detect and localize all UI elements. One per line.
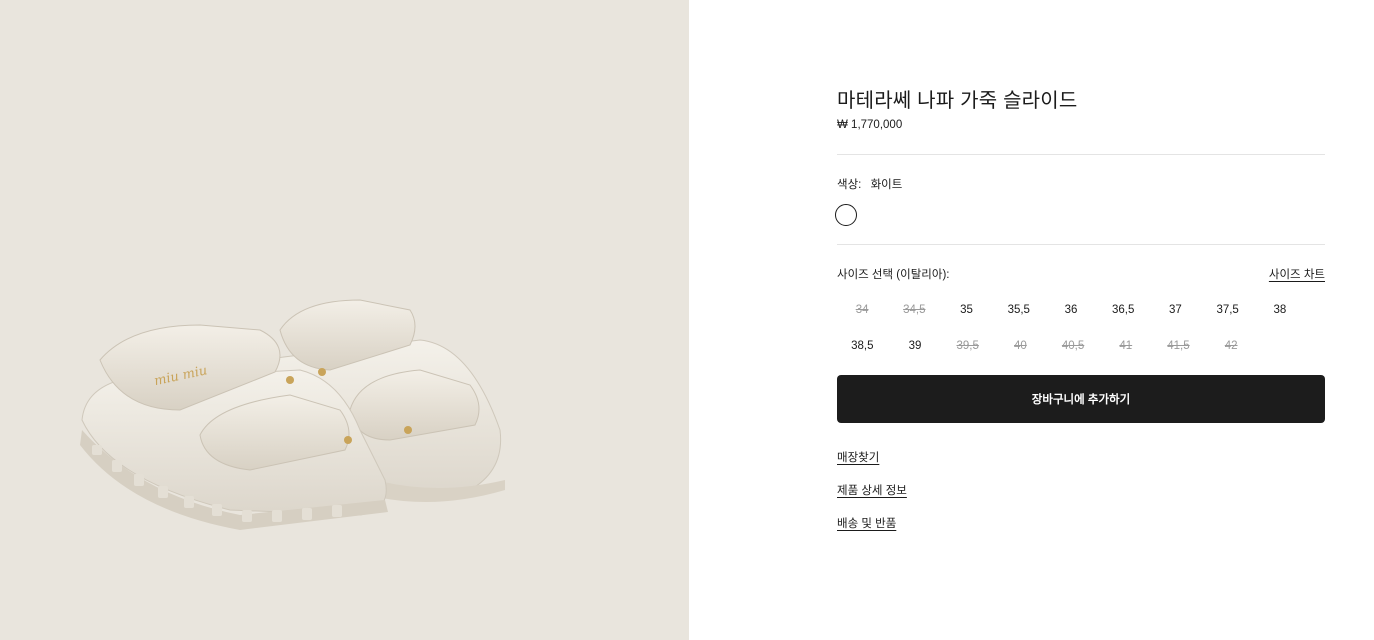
product-details: 마테라쎄 나파 가죽 슬라이드 ₩ 1,770,000 색상: 화이트 사이즈 … — [835, 0, 1325, 640]
size-option[interactable]: 39 — [889, 340, 942, 352]
size-option[interactable]: 39,5 — [941, 340, 994, 352]
color-swatch-white[interactable] — [835, 204, 857, 226]
size-option[interactable]: 34,5 — [888, 304, 940, 316]
size-option[interactable]: 41 — [1099, 340, 1152, 352]
product-details-link[interactable]: 제품 상세 정보 — [837, 482, 907, 498]
size-option[interactable]: 38,5 — [836, 340, 889, 352]
size-option[interactable]: 37 — [1149, 304, 1201, 316]
add-to-cart-button[interactable]: 장바구니에 추가하기 — [837, 375, 1325, 423]
size-option[interactable]: 35 — [940, 304, 992, 316]
size-option[interactable]: 40,5 — [1047, 340, 1100, 352]
divider — [837, 244, 1325, 245]
product-image: miu miu — [0, 0, 689, 640]
size-option[interactable]: 38 — [1254, 304, 1306, 316]
size-row: 38,5 39 39,5 40 40,5 41 41,5 42 — [836, 328, 1306, 364]
product-title: 마테라쎄 나파 가죽 슬라이드 — [837, 90, 1078, 112]
size-grid: 34 34,5 35 35,5 36 36,5 37 37,5 38 38,5 … — [836, 292, 1306, 364]
shipping-returns-link[interactable]: 배송 및 반품 — [837, 515, 896, 531]
color-row: 색상: 화이트 — [837, 176, 902, 192]
size-chart-link[interactable]: 사이즈 차트 — [1269, 266, 1325, 282]
size-option[interactable]: 34 — [836, 304, 888, 316]
divider — [837, 154, 1325, 155]
size-option[interactable]: 37,5 — [1202, 304, 1254, 316]
size-option[interactable]: 35,5 — [993, 304, 1045, 316]
product-price: ₩ 1,770,000 — [837, 119, 903, 131]
size-option[interactable]: 42 — [1205, 340, 1258, 352]
size-row: 34 34,5 35 35,5 36 36,5 37 37,5 38 — [836, 292, 1306, 328]
size-option[interactable]: 36,5 — [1097, 304, 1149, 316]
size-option[interactable]: 41,5 — [1152, 340, 1205, 352]
size-option[interactable]: 40 — [994, 340, 1047, 352]
size-label: 사이즈 선택 (이탈리아): — [837, 269, 950, 281]
color-value: 화이트 — [870, 179, 903, 191]
find-store-link[interactable]: 매장찾기 — [837, 449, 879, 465]
color-label: 색상: — [837, 179, 862, 191]
size-option[interactable]: 36 — [1045, 304, 1097, 316]
